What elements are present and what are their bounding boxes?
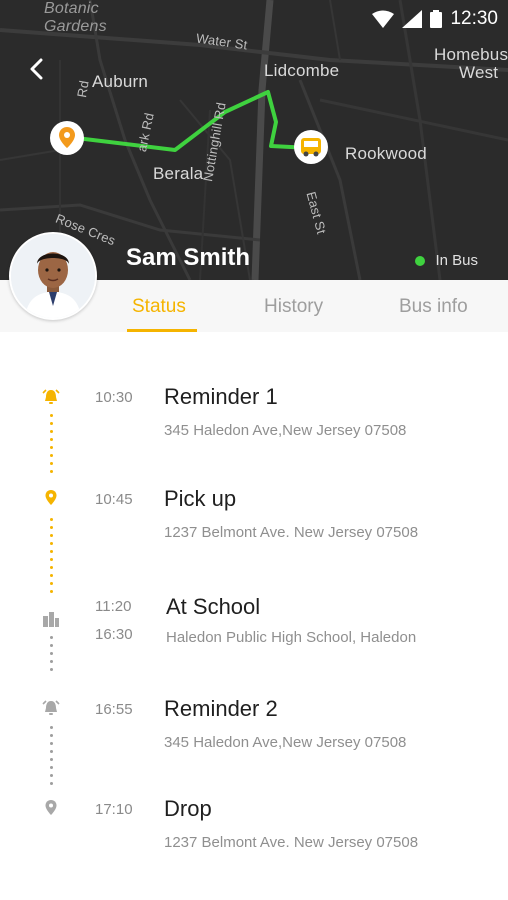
- event-title: At School: [166, 594, 261, 619]
- tab-history[interactable]: History: [264, 296, 323, 318]
- timeline-connector: [50, 414, 53, 478]
- bus-icon: [301, 138, 321, 157]
- cellular-signal-icon: [402, 10, 423, 28]
- event-title: Reminder 1: [164, 384, 278, 409]
- tab-bus-info[interactable]: Bus info: [399, 296, 468, 318]
- event-address: 345 Haledon Ave,New Jersey 07508: [164, 734, 407, 751]
- chevron-left-icon: [30, 58, 43, 80]
- map-label-rd: Rd: [74, 79, 92, 99]
- student-photo: [11, 234, 95, 318]
- location-pin-icon: [45, 800, 57, 815]
- online-dot: [415, 255, 426, 266]
- pickup-marker[interactable]: [50, 121, 84, 155]
- map-label-botanic: Botanic: [44, 0, 99, 17]
- event-address: 1237 Belmont Ave. New Jersey 07508: [164, 524, 419, 541]
- alarm-icon: [42, 700, 60, 715]
- timeline-connector: [50, 518, 53, 598]
- event-time: 10:30: [95, 389, 133, 406]
- status-time: 12:30: [450, 8, 498, 29]
- map-label-auburn: Auburn: [92, 72, 149, 91]
- event-title: Pick up: [164, 486, 237, 511]
- student-status: In Bus: [415, 252, 478, 269]
- event-address: 1237 Belmont Ave. New Jersey 07508: [164, 834, 419, 851]
- event-time: 10:45: [95, 491, 133, 508]
- map-label-rookwood: Rookwood: [345, 144, 427, 163]
- student-name: Sam Smith: [126, 244, 251, 271]
- map-label-gardens: Gardens: [44, 18, 107, 35]
- event-time-end: 16:30: [95, 626, 133, 643]
- event-time: 11:20: [95, 598, 132, 615]
- map-label-homebush: Homebus: [434, 45, 508, 64]
- avatar[interactable]: [9, 232, 97, 320]
- location-pin-icon: [59, 127, 75, 148]
- timeline-connector: [50, 636, 53, 676]
- bus-marker[interactable]: [294, 130, 328, 164]
- wifi-icon: [372, 10, 395, 28]
- event-time: 16:55: [95, 701, 133, 718]
- status-bar: 12:30: [372, 6, 498, 32]
- tab-status[interactable]: Status: [132, 296, 186, 318]
- event-title: Drop: [164, 796, 212, 821]
- event-address: Haledon Public High School, Haledon: [166, 629, 417, 646]
- map-label-lidcombe: Lidcombe: [264, 61, 340, 80]
- event-title: Reminder 2: [164, 696, 278, 721]
- route-line: [67, 90, 311, 152]
- alarm-icon: [42, 389, 60, 404]
- event-time: 17:10: [95, 801, 133, 818]
- school-building-icon: [43, 612, 59, 627]
- battery-icon: [430, 10, 443, 28]
- timeline-connector: [50, 726, 53, 790]
- student-status-label: In Bus: [435, 252, 478, 269]
- back-button[interactable]: [22, 54, 52, 84]
- location-pin-icon: [45, 490, 57, 505]
- event-address: 345 Haledon Ave,New Jersey 07508: [164, 422, 407, 439]
- status-timeline: 10:30 Reminder 1 345 Haledon Ave,New Jer…: [0, 332, 508, 900]
- map-label-berala: Berala: [153, 164, 204, 183]
- map-label-west: West: [459, 63, 499, 82]
